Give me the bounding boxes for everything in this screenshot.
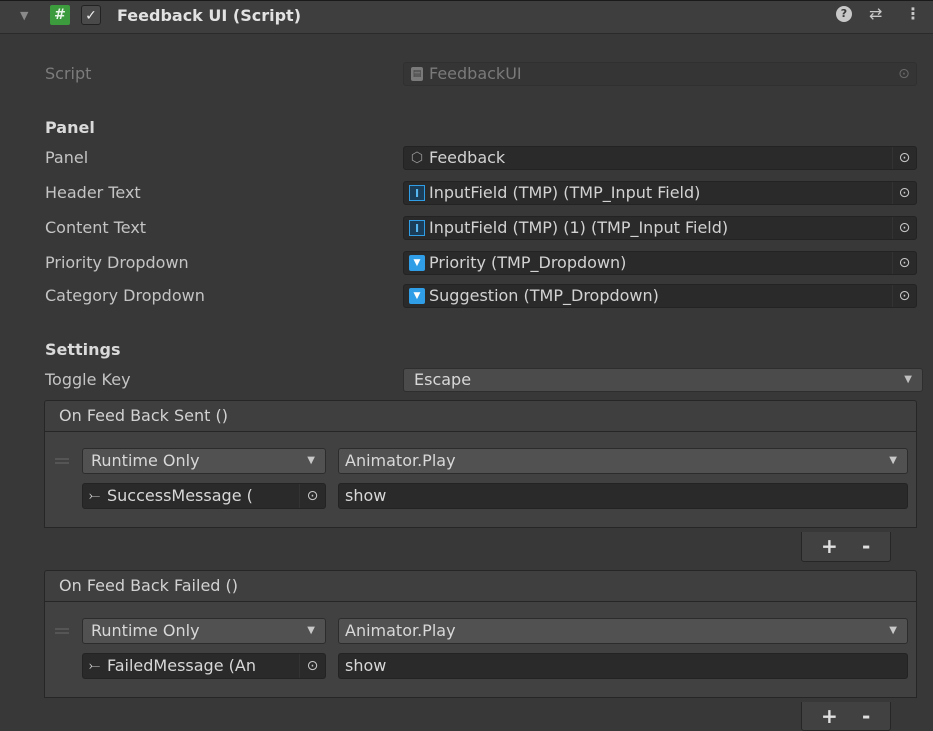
section-header-settings: Settings xyxy=(45,340,121,359)
object-picker-icon[interactable]: ⊙ xyxy=(892,217,916,239)
object-picker-icon[interactable]: ⊙ xyxy=(299,654,325,678)
header-text-label: Header Text xyxy=(45,183,141,202)
script-label: Script xyxy=(45,64,92,83)
animator-icon: ⤚ xyxy=(89,658,101,674)
script-field-value: FeedbackUI xyxy=(429,64,522,83)
dropdown-arrow-icon: ▼ xyxy=(889,455,897,466)
event-header-feedback-sent: On Feed Back Sent () xyxy=(44,400,917,432)
content-text-field[interactable]: I InputField (TMP) (1) (TMP_Input Field)… xyxy=(403,216,917,240)
function-value: Animator.Play xyxy=(345,451,456,470)
dropdown-arrow-icon: ▼ xyxy=(307,625,315,636)
event-target-field[interactable]: ⤚ SuccessMessage ( ⊙ xyxy=(82,483,326,509)
tmp-inputfield-icon: I xyxy=(409,220,425,236)
tmp-inputfield-icon: I xyxy=(409,185,425,201)
runtime-mode-value: Runtime Only xyxy=(91,621,200,640)
tmp-dropdown-icon: ▼ xyxy=(409,288,425,304)
csharp-script-icon: # xyxy=(50,5,70,25)
event-argument-value: show xyxy=(345,656,387,675)
triangle-down-icon[interactable]: ▼ xyxy=(20,9,28,22)
toggle-key-label: Toggle Key xyxy=(45,370,131,389)
runtime-mode-dropdown[interactable]: Runtime Only ▼ xyxy=(82,448,326,474)
function-dropdown[interactable]: Animator.Play ▼ xyxy=(338,618,908,644)
object-picker-icon[interactable]: ⊙ xyxy=(892,182,916,204)
script-asset-icon: ▤ xyxy=(411,67,423,81)
event-target-value: SuccessMessage ( xyxy=(107,486,253,505)
toggle-key-value: Escape xyxy=(414,370,472,389)
script-field: ▤ FeedbackUI ⊙ xyxy=(403,62,917,86)
runtime-mode-value: Runtime Only xyxy=(91,451,200,470)
object-picker-icon: ⊙ xyxy=(898,66,910,82)
list-add-remove-bar: + - xyxy=(801,702,891,731)
object-picker-icon[interactable]: ⊙ xyxy=(892,285,916,307)
category-dropdown-label: Category Dropdown xyxy=(45,286,205,305)
header-text-field-value: InputField (TMP) (TMP_Input Field) xyxy=(429,183,701,202)
section-header-panel: Panel xyxy=(45,118,95,137)
priority-dropdown-field[interactable]: ▼ Priority (TMP_Dropdown) ⊙ xyxy=(403,251,917,275)
dropdown-arrow-icon: ▼ xyxy=(889,625,897,636)
help-icon[interactable]: ? xyxy=(836,6,852,22)
add-listener-button[interactable]: + xyxy=(821,704,838,728)
event-target-value: FailedMessage (An xyxy=(107,656,256,675)
header-text-field[interactable]: I InputField (TMP) (TMP_Input Field) ⊙ xyxy=(403,181,917,205)
event-target-field[interactable]: ⤚ FailedMessage (An ⊙ xyxy=(82,653,326,679)
priority-dropdown-field-value: Priority (TMP_Dropdown) xyxy=(429,253,627,272)
panel-field[interactable]: ⬡ Feedback ⊙ xyxy=(403,146,917,170)
object-picker-icon[interactable]: ⊙ xyxy=(299,484,325,508)
add-listener-button[interactable]: + xyxy=(821,534,838,558)
component-title: Feedback UI (Script) xyxy=(117,6,302,25)
function-dropdown[interactable]: Animator.Play ▼ xyxy=(338,448,908,474)
runtime-mode-dropdown[interactable]: Runtime Only ▼ xyxy=(82,618,326,644)
event-header-feedback-failed: On Feed Back Failed () xyxy=(44,570,917,602)
drag-handle-icon[interactable] xyxy=(55,458,69,464)
function-value: Animator.Play xyxy=(345,621,456,640)
event-argument-field[interactable]: show xyxy=(338,483,908,509)
category-dropdown-field-value: Suggestion (TMP_Dropdown) xyxy=(429,286,659,305)
enabled-checkbox[interactable]: ✓ xyxy=(81,5,101,25)
drag-handle-icon[interactable] xyxy=(55,628,69,634)
content-text-field-value: InputField (TMP) (1) (TMP_Input Field) xyxy=(429,218,729,237)
remove-listener-button[interactable]: - xyxy=(862,534,870,558)
panel-label: Panel xyxy=(45,148,89,167)
dropdown-arrow-icon: ▼ xyxy=(307,455,315,466)
event-title: On Feed Back Sent () xyxy=(59,406,228,425)
list-add-remove-bar: + - xyxy=(801,532,891,562)
gameobject-icon: ⬡ xyxy=(410,150,424,166)
dropdown-arrow-icon: ▼ xyxy=(904,374,912,385)
presets-icon[interactable]: ⇄ xyxy=(869,4,882,23)
event-list-feedback-failed: Runtime Only ▼ Animator.Play ▼ ⤚ FailedM… xyxy=(44,602,917,698)
category-dropdown-field[interactable]: ▼ Suggestion (TMP_Dropdown) ⊙ xyxy=(403,284,917,308)
tmp-dropdown-icon: ▼ xyxy=(409,255,425,271)
event-list-feedback-sent: Runtime Only ▼ Animator.Play ▼ ⤚ Success… xyxy=(44,432,917,528)
content-text-label: Content Text xyxy=(45,218,147,237)
event-title: On Feed Back Failed () xyxy=(59,576,239,595)
toggle-key-dropdown[interactable]: Escape ▼ xyxy=(403,368,923,392)
panel-field-value: Feedback xyxy=(429,148,506,167)
remove-listener-button[interactable]: - xyxy=(862,704,870,728)
object-picker-icon[interactable]: ⊙ xyxy=(892,252,916,274)
event-argument-field[interactable]: show xyxy=(338,653,908,679)
context-menu-icon[interactable]: ⋮ xyxy=(905,4,921,23)
priority-dropdown-label: Priority Dropdown xyxy=(45,253,189,272)
animator-icon: ⤚ xyxy=(89,488,101,504)
event-argument-value: show xyxy=(345,486,387,505)
object-picker-icon[interactable]: ⊙ xyxy=(892,147,916,169)
